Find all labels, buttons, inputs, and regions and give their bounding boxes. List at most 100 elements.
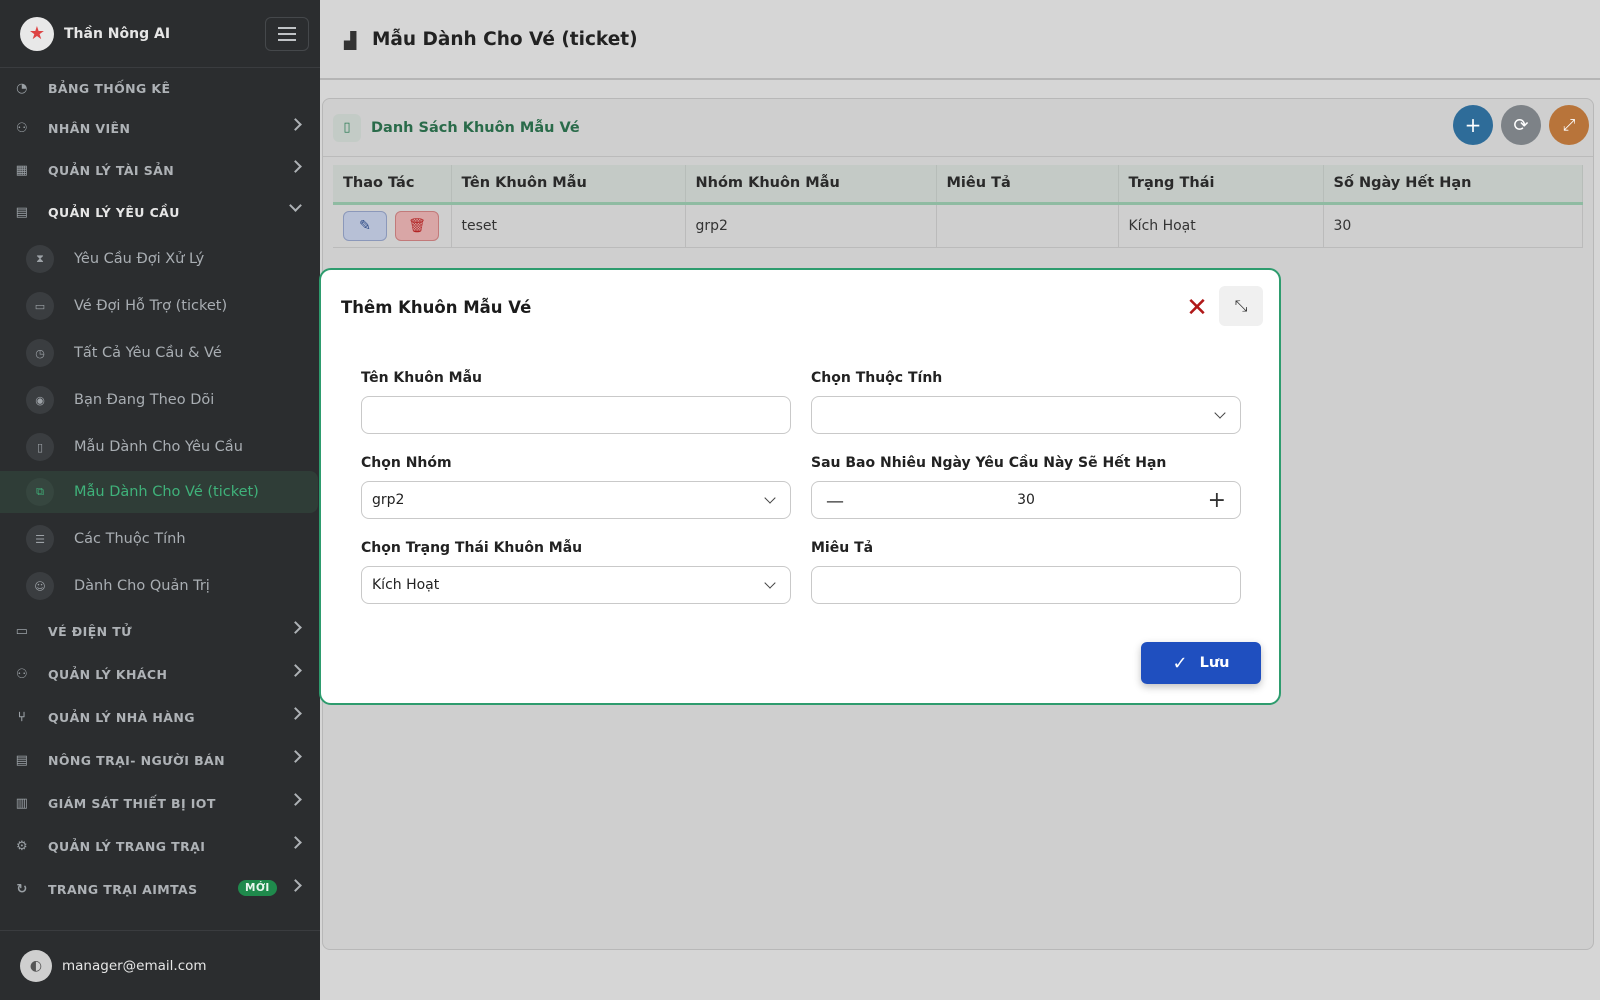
table-row: ✎ 🗑 teset grp2 Kích Hoạt 30 — [333, 203, 1583, 248]
column-header[interactable]: Miêu Tả — [936, 165, 1119, 205]
sidebar-item-requests[interactable]: ▤ QUẢN LÝ YÊU CẦU — [0, 192, 320, 232]
sidebar-item-label: QUẢN LÝ TRANG TRẠI — [48, 838, 206, 854]
chevron-right-icon — [289, 836, 302, 849]
check-icon: ✓ — [1172, 652, 1188, 674]
refresh-button[interactable]: ⟳ — [1501, 105, 1541, 145]
users-icon: ⚇ — [15, 120, 29, 136]
ticket-icon: ▭ — [26, 292, 54, 320]
sidebar-subitem-label: Yêu Cầu Đợi Xử Lý — [74, 251, 205, 267]
ticket-icon: ▭ — [15, 623, 29, 639]
column-header: Thao Tác — [333, 165, 452, 205]
template-name-input[interactable] — [361, 396, 791, 434]
sliders-icon: ☰ — [26, 525, 54, 553]
assets-icon: ▦ — [15, 162, 29, 178]
sidebar-item-label: QUẢN LÝ KHÁCH — [48, 666, 168, 682]
sidebar-item-label: QUẢN LÝ NHÀ HÀNG — [48, 709, 195, 725]
user-profile[interactable]: ◐ manager@email.com — [0, 930, 320, 1000]
sidebar-subitem-label: Bạn Đang Theo Dõi — [74, 392, 215, 408]
sidebar-item-farm-sellers[interactable]: ▤ NÔNG TRẠI- NGƯỜI BÁN — [0, 740, 320, 780]
page-header: ▟ Mẫu Dành Cho Vé (ticket) — [320, 0, 1600, 80]
expiry-days-value: 30 — [1017, 492, 1035, 508]
sidebar-item-label: GIÁM SÁT THIẾT BỊ IOT — [48, 795, 216, 811]
plus-icon[interactable]: + — [1208, 488, 1226, 513]
document-icon: ▯ — [333, 113, 361, 142]
sidebar-item-assets[interactable]: ▦ QUẢN LÝ TÀI SẢN — [0, 150, 320, 190]
fullscreen-icon[interactable]: ⤡ — [1219, 286, 1263, 326]
sidebar-item-guests[interactable]: ⚇ QUẢN LÝ KHÁCH — [0, 654, 320, 694]
attribute-label: Chọn Thuộc Tính — [811, 370, 943, 386]
hourglass-icon: ⧗ — [26, 245, 54, 273]
edit-icon[interactable]: ✎ — [343, 210, 387, 241]
save-button[interactable]: ✓ Lưu — [1141, 642, 1261, 684]
chevron-down-icon — [764, 577, 776, 589]
sidebar-item-iot[interactable]: ▥ GIÁM SÁT THIẾT BỊ IOT — [0, 783, 320, 823]
chevron-right-icon — [289, 750, 302, 763]
sidebar-item-restaurant[interactable]: ⑂ QUẢN LÝ NHÀ HÀNG — [0, 697, 320, 737]
sidebar-item-label: TRANG TRẠI AIMTAS — [48, 881, 198, 897]
guests-icon: ⚇ — [15, 666, 29, 682]
card-header: ▯ Danh Sách Khuôn Mẫu Vé + ⟳ ⤢ — [323, 99, 1593, 157]
sidebar-subitem-label: Tất Cả Yêu Cầu & Vé — [74, 345, 222, 361]
star-logo-icon: ★ — [20, 16, 54, 51]
dialog-title: Thêm Khuôn Mẫu Vé — [341, 298, 532, 317]
restaurant-icon: ⑂ — [17, 709, 27, 725]
status-select[interactable]: Kích Hoạt — [361, 566, 791, 604]
expiry-days-stepper[interactable]: — 30 + — [811, 481, 1241, 519]
user-email: manager@email.com — [62, 957, 207, 974]
sidebar-subitem-following[interactable]: ◉ Bạn Đang Theo Dõi — [0, 379, 320, 421]
description-label: Miêu Tả — [811, 540, 874, 556]
add-template-dialog: Thêm Khuôn Mẫu Vé ✕ ⤡ Tên Khuôn Mẫu Chọn… — [319, 268, 1281, 705]
sidebar-subitem-ticket-templates[interactable]: ⧉ Mẫu Dành Cho Vé (ticket) — [0, 471, 318, 513]
sidebar-item-aimtas[interactable]: ↻ TRANG TRẠI AIMTAS MỚI — [0, 869, 320, 909]
sidebar-subitem-admin[interactable]: ☺ Dành Cho Quản Trị — [0, 565, 320, 607]
store-icon: ▤ — [15, 752, 29, 768]
template-group-cell: grp2 — [685, 203, 937, 248]
group-label: Chọn Nhóm — [361, 455, 452, 471]
sidebar-item-label: NÔNG TRẠI- NGƯỜI BÁN — [48, 752, 225, 768]
sidebar-item-staff[interactable]: ⚇ NHÂN VIÊN — [0, 108, 320, 148]
table-header-row: Thao Tác Tên Khuôn Mẫu Nhóm Khuôn Mẫu Mi… — [333, 165, 1583, 205]
actions-cell: ✎ 🗑 — [333, 203, 452, 248]
column-header[interactable]: Số Ngày Hết Hạn — [1323, 165, 1583, 205]
farm-icon: ↻ — [16, 881, 28, 897]
copy-icon: ⧉ — [26, 478, 54, 506]
column-header[interactable]: Trạng Thái — [1118, 165, 1324, 205]
sidebar-item-e-tickets[interactable]: ▭ VÉ ĐIỆN TỬ — [0, 611, 320, 651]
status-value: Kích Hoạt — [372, 577, 440, 593]
expand-button[interactable]: ⤢ — [1549, 105, 1589, 145]
chevron-right-icon — [289, 118, 302, 131]
add-button[interactable]: + — [1453, 105, 1493, 145]
chevron-right-icon — [289, 793, 302, 806]
expiry-days-cell: 30 — [1323, 203, 1583, 248]
close-icon[interactable]: ✕ — [1181, 292, 1213, 324]
sidebar-item-dashboard[interactable]: ◔ BẢNG THỐNG KÊ — [0, 68, 320, 108]
hamburger-menu-icon[interactable] — [265, 17, 309, 51]
sidebar-item-farm-management[interactable]: ⚙ QUẢN LÝ TRANG TRẠI — [0, 826, 320, 866]
chevron-down-icon — [1214, 407, 1226, 419]
sidebar-subitem-pending-tickets[interactable]: ▭ Vé Đợi Hỗ Trợ (ticket) — [0, 285, 320, 327]
attribute-select[interactable] — [811, 396, 1241, 434]
status-cell: Kích Hoạt — [1118, 203, 1324, 248]
tractor-icon: ⚙ — [15, 838, 29, 854]
sidebar-subitem-label: Các Thuộc Tính — [74, 531, 186, 547]
avatar: ◐ — [20, 949, 52, 982]
group-value: grp2 — [372, 492, 405, 508]
sidebar-subitem-pending-requests[interactable]: ⧗ Yêu Cầu Đợi Xử Lý — [0, 238, 320, 280]
dashboard-icon: ◔ — [16, 80, 28, 96]
expiry-days-label: Sau Bao Nhiêu Ngày Yêu Cầu Này Sẽ Hết Hạ… — [811, 455, 1167, 471]
column-header[interactable]: Tên Khuôn Mẫu — [451, 165, 686, 205]
description-input[interactable] — [811, 566, 1241, 604]
sidebar-subitem-attributes[interactable]: ☰ Các Thuộc Tính — [0, 518, 320, 560]
trash-icon[interactable]: 🗑 — [395, 210, 439, 241]
sidebar-subitem-label: Vé Đợi Hỗ Trợ (ticket) — [74, 298, 228, 314]
column-header[interactable]: Nhóm Khuôn Mẫu — [685, 165, 937, 205]
factory-icon: ▥ — [15, 795, 29, 811]
eye-icon: ◉ — [26, 386, 54, 414]
sidebar: ★ Thần Nông AI ◔ BẢNG THỐNG KÊ ⚇ NHÂN VI… — [0, 0, 320, 1000]
history-icon: ◷ — [26, 339, 54, 367]
group-select[interactable]: grp2 — [361, 481, 791, 519]
sidebar-subitem-all-requests[interactable]: ◷ Tất Cả Yêu Cầu & Vé — [0, 332, 320, 374]
sidebar-subitem-request-templates[interactable]: ▯ Mẫu Dành Cho Yêu Cầu — [0, 426, 320, 468]
chevron-right-icon — [289, 707, 302, 720]
template-name-label: Tên Khuôn Mẫu — [361, 370, 483, 386]
